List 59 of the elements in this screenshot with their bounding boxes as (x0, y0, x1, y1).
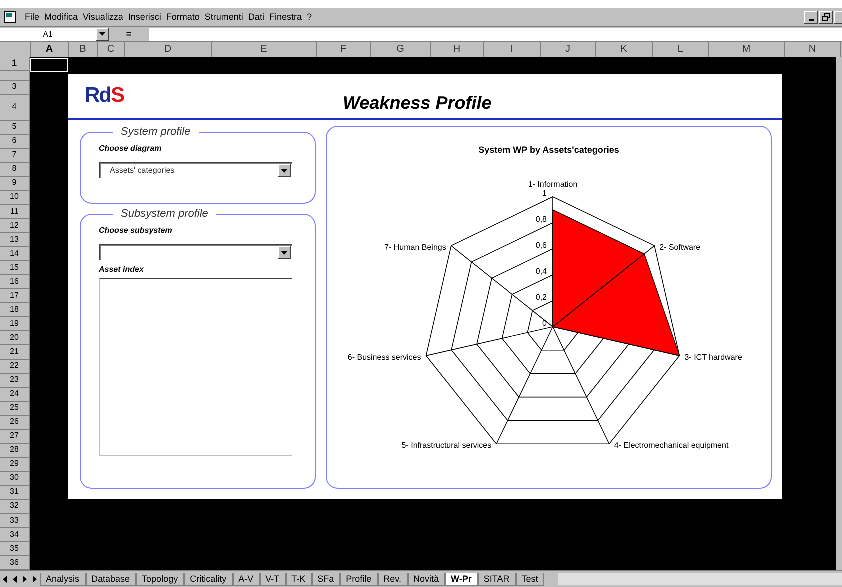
category-label: 3- ICT hardware (684, 352, 742, 362)
equals-sign: = (125, 29, 133, 39)
dropdown-button[interactable] (96, 28, 109, 40)
menu-item[interactable]: Modifica (44, 12, 78, 22)
menu-item[interactable]: Strumenti (204, 12, 244, 22)
menu-item[interactable]: Formato (166, 12, 200, 22)
sheet-tab[interactable]: Rev. (378, 572, 408, 586)
field-label: Asset index (99, 265, 145, 274)
sheet-tab[interactable]: SITAR (478, 572, 516, 586)
caret-icon (281, 168, 288, 172)
category-label: 2- Software (660, 242, 701, 252)
menu-item[interactable]: Dati (248, 12, 264, 22)
group-legend: System profile (113, 126, 199, 138)
menu-item[interactable]: Visualizza (83, 12, 124, 22)
sheet-tab[interactable]: W-Pr (445, 572, 478, 586)
vertical-scrollbar[interactable] (836, 57, 842, 570)
category-label: 6- Business services (348, 352, 422, 362)
menu-item[interactable]: Inserisci (128, 12, 162, 22)
menu-item[interactable]: File (25, 12, 40, 22)
formula-field[interactable] (149, 28, 842, 40)
report-title: Weakness Profile (343, 93, 492, 114)
axis-tick-label: 0,6 (536, 241, 547, 250)
category-label: 5- Infrastructural services (402, 441, 492, 450)
menu-item[interactable]: Finestra (269, 12, 302, 22)
chart-title: System WP by Assets'categories (478, 145, 620, 155)
sheet-tab[interactable]: Topology (136, 572, 184, 586)
sheet-tab[interactable]: Novità (408, 572, 446, 586)
document-icon[interactable] (4, 10, 18, 24)
subsystem-dropdown[interactable] (99, 244, 293, 261)
group-legend: Subsystem profile (113, 208, 216, 220)
sheet-tab[interactable]: V-T (260, 572, 286, 586)
selected-cell[interactable] (30, 58, 68, 72)
restore-icon (822, 13, 830, 21)
field-label: Choose subsystem (99, 226, 174, 235)
diagram-dropdown[interactable]: Assets' categories (99, 162, 293, 179)
menu-item[interactable]: ? (306, 12, 312, 22)
restore-button[interactable] (819, 10, 833, 24)
sheet-tab[interactable]: T-K (286, 572, 312, 586)
field-label: Choose diagram (99, 144, 163, 153)
axis-tick-label: 0,4 (536, 267, 547, 276)
category-label: 7- Human Beings (384, 242, 446, 252)
sheet-tab[interactable]: Database (86, 572, 136, 586)
sheet-tab[interactable]: Profile (340, 572, 378, 586)
category-label: 1- Information (528, 180, 578, 189)
caret-icon (281, 250, 288, 254)
caret-icon (99, 32, 106, 36)
axis-tick-label: 0,8 (536, 215, 547, 224)
logo: RdS (85, 84, 124, 108)
sheet-tab[interactable]: A-V (232, 572, 260, 586)
sheet-tab[interactable]: Criticality (184, 572, 233, 586)
row-header[interactable]: 1 (0, 57, 30, 71)
axis-tick-label: 1 (542, 189, 547, 198)
sheet-tab[interactable]: Test (516, 572, 544, 586)
sheet-tab[interactable]: SFa (312, 572, 340, 586)
minimize-button[interactable] (804, 10, 818, 24)
name-box[interactable]: A1 (0, 28, 96, 40)
axis-tick-label: 0,2 (536, 293, 547, 302)
category-label: 4- Electromechanical equipment (614, 441, 729, 450)
sheet-tab[interactable]: Analysis (40, 572, 86, 586)
